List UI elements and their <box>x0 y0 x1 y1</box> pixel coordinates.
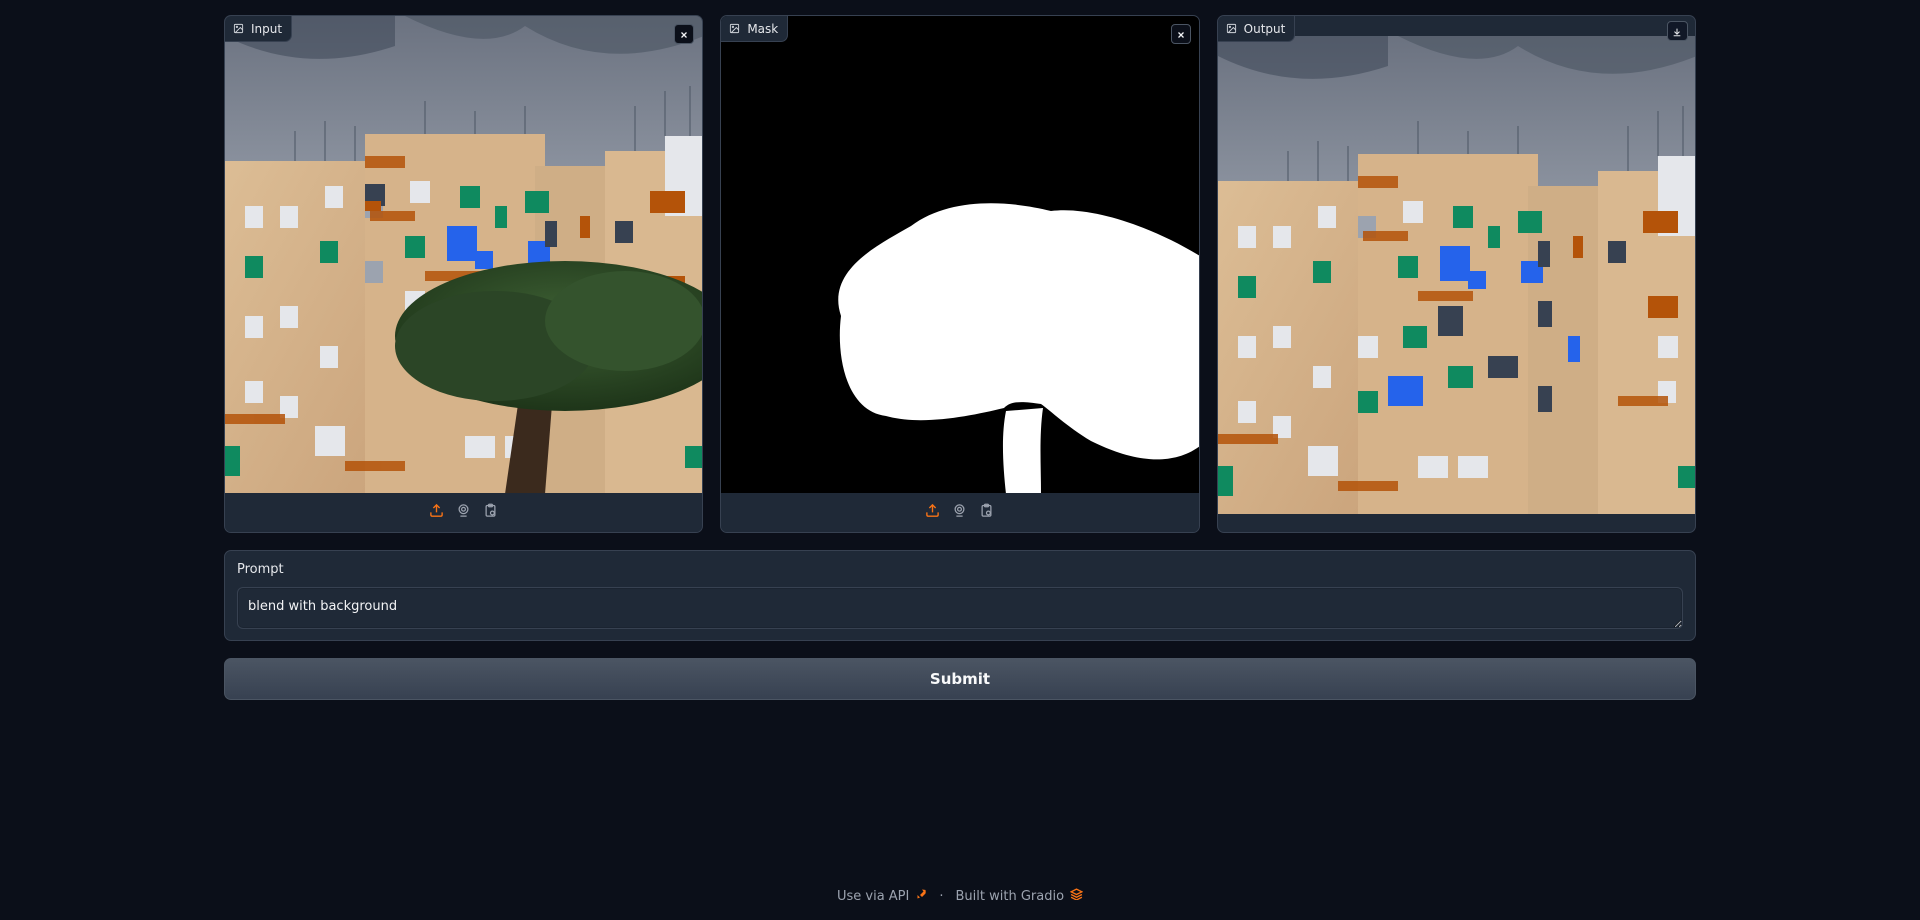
mask-webcam-button[interactable] <box>951 504 969 522</box>
use-via-api-text: Use via API <box>836 888 910 904</box>
image-icon <box>233 23 244 34</box>
gradio-logo-icon <box>1069 888 1084 904</box>
output-label-text: Output <box>1243 21 1286 36</box>
prompt-block: Prompt <box>224 550 1696 641</box>
download-output-button[interactable] <box>1666 21 1688 41</box>
prompt-input[interactable] <box>237 587 1683 629</box>
rocket-icon <box>915 888 927 904</box>
footer: Use via API · Built with Gradio <box>0 888 1920 904</box>
mask-label-text: Mask <box>747 21 779 36</box>
input-upload-button[interactable] <box>428 503 446 522</box>
input-clipboard-button[interactable] <box>482 503 500 522</box>
close-icon <box>679 25 689 44</box>
input-image[interactable] <box>225 16 703 494</box>
built-with-gradio-link[interactable]: Built with Gradio <box>956 888 1084 904</box>
download-icon <box>1672 22 1682 41</box>
clear-input-button[interactable] <box>674 24 695 44</box>
close-icon <box>1176 25 1186 44</box>
input-label-text: Input <box>251 21 283 36</box>
built-with-gradio-text: Built with Gradio <box>955 888 1065 904</box>
output-panel-label: Output <box>1217 16 1296 42</box>
input-image-panel[interactable]: Input <box>224 15 704 533</box>
image-icon <box>729 23 740 34</box>
clear-mask-button[interactable] <box>1170 24 1191 44</box>
output-image <box>1217 36 1695 514</box>
prompt-label: Prompt <box>237 562 284 577</box>
output-image-panel: Output <box>1216 15 1696 533</box>
mask-upload-button[interactable] <box>924 503 942 522</box>
mask-source-bar <box>721 493 1199 532</box>
input-webcam-button[interactable] <box>455 504 473 522</box>
webcam-icon <box>456 503 471 522</box>
webcam-icon <box>952 503 967 522</box>
image-row: Input Mask Output <box>224 15 1696 533</box>
mask-image-panel[interactable]: Mask <box>720 15 1200 533</box>
image-icon <box>1226 23 1237 34</box>
submit-button[interactable]: Submit <box>224 658 1696 700</box>
upload-icon <box>429 503 444 522</box>
mask-clipboard-button[interactable] <box>978 503 996 522</box>
upload-icon <box>925 503 940 522</box>
mask-image[interactable] <box>721 16 1199 494</box>
input-source-bar <box>225 493 703 532</box>
use-via-api-link[interactable]: Use via API <box>837 888 927 904</box>
clipboard-icon <box>979 503 994 522</box>
mask-panel-label: Mask <box>721 16 789 42</box>
footer-separator: · <box>939 888 944 904</box>
input-panel-label: Input <box>225 16 293 42</box>
clipboard-icon <box>483 503 498 522</box>
app-container: Input Mask Output Prompt blend with back… <box>224 15 1696 700</box>
